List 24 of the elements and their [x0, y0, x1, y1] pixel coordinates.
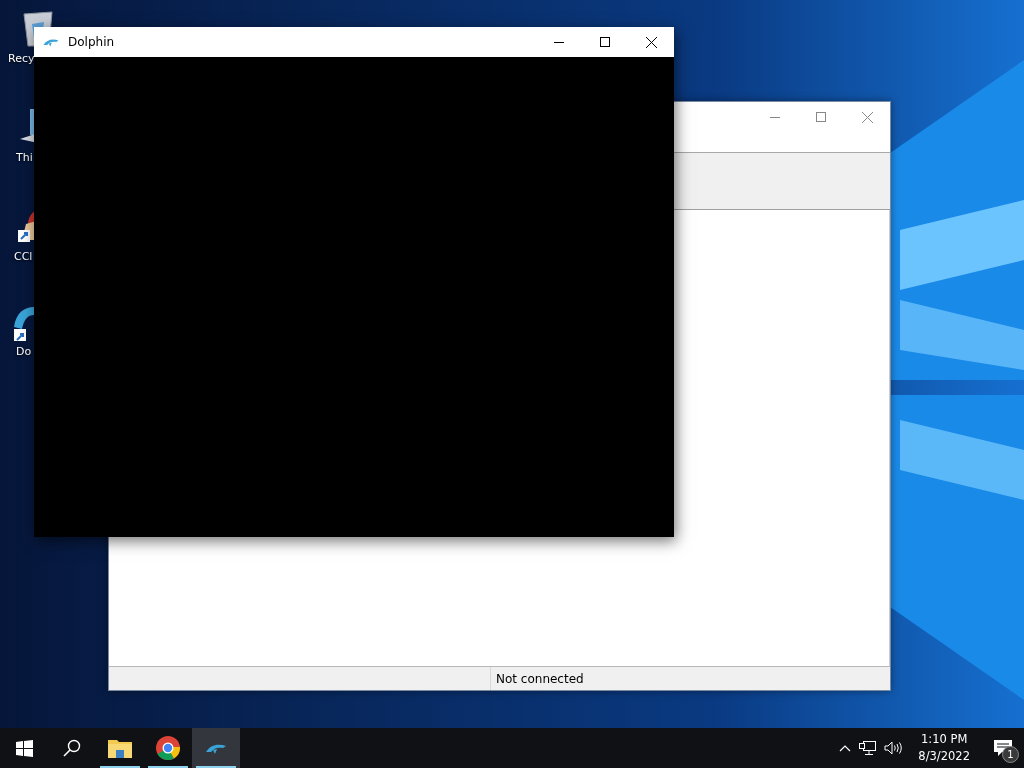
icon-label: CCl — [14, 250, 33, 263]
chrome-icon — [156, 736, 180, 760]
chevron-up-icon[interactable] — [839, 744, 852, 752]
close-icon — [861, 111, 873, 123]
maximize-icon — [600, 37, 610, 47]
notification-button[interactable]: 1 — [988, 733, 1018, 763]
window-title: Dolphin — [68, 35, 116, 49]
windows-start-icon — [15, 739, 33, 757]
folder-icon — [108, 738, 132, 758]
clock[interactable]: 1:10 PM 8/3/2022 — [918, 731, 970, 765]
network-icon[interactable] — [859, 741, 877, 755]
clock-time: 1:10 PM — [921, 731, 968, 748]
clock-date: 8/3/2022 — [918, 748, 970, 765]
speaker-icon[interactable] — [884, 741, 903, 755]
icon-label: Recy — [8, 52, 35, 65]
maximize-icon — [816, 112, 826, 122]
close-icon — [645, 36, 657, 48]
status-text: Not connected — [495, 671, 585, 688]
dolphin-icon — [14, 305, 34, 341]
search-icon — [63, 739, 81, 757]
icon-label: Thi — [16, 151, 33, 164]
taskbar-button[interactable] — [192, 728, 240, 768]
notification-count: 1 — [1002, 746, 1019, 763]
icon-label: Do — [16, 345, 32, 358]
